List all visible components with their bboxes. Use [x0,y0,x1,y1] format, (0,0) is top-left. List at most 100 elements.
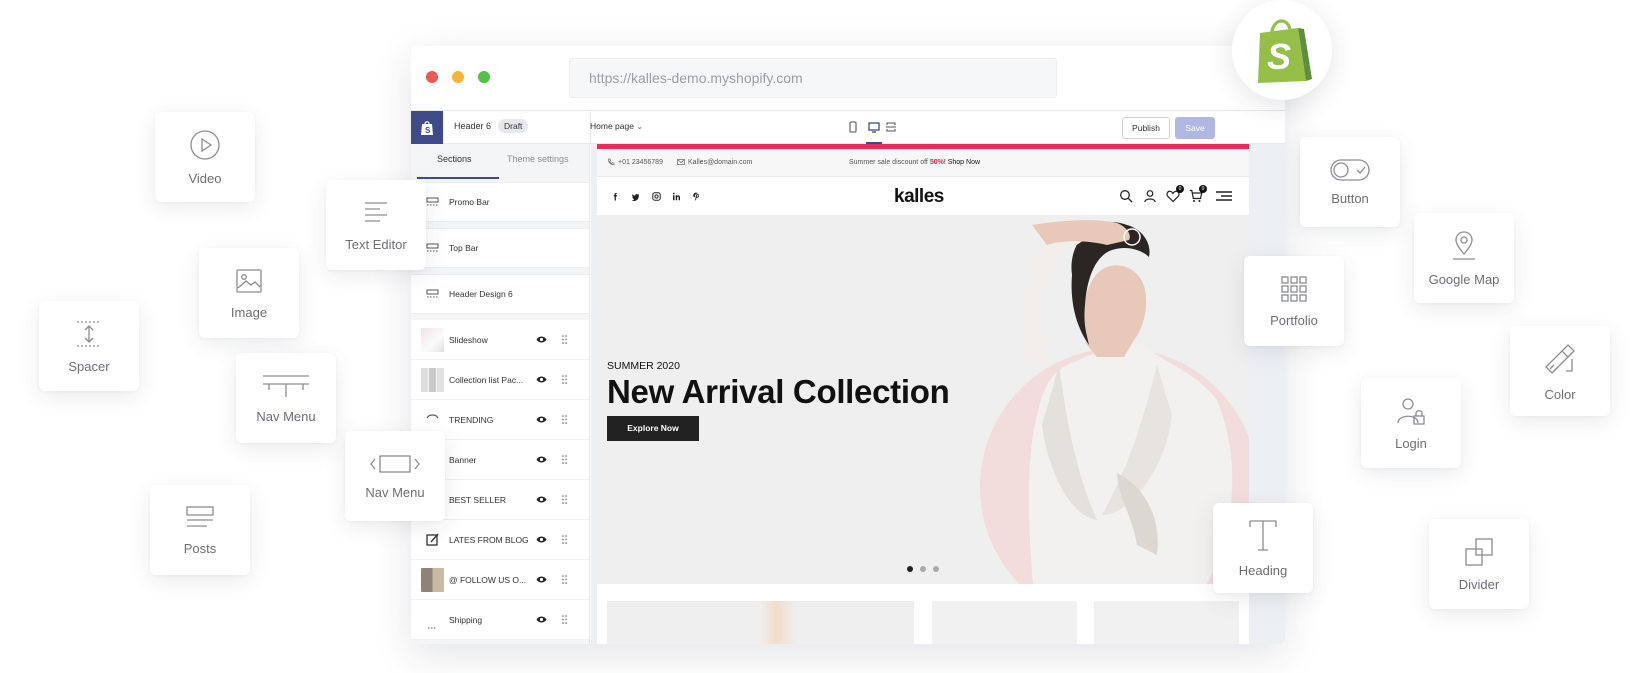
nav-menu-icon [263,374,309,397]
drag-handle-icon[interactable] [562,335,567,344]
menu-icon[interactable] [1215,189,1233,203]
header-section-icon [426,243,439,252]
address-bar[interactable]: https://kalles-demo.myshopify.com [569,58,1057,98]
user-icon[interactable] [1143,189,1157,203]
eye-icon[interactable] [536,575,547,584]
close-window-button[interactable] [426,71,438,83]
eye-icon[interactable] [536,455,547,464]
active-tab-indicator [417,177,499,179]
wishlist-count-badge: 0 [1176,185,1184,193]
shopify-badge: S [1232,0,1332,100]
paint-roller-icon [1545,343,1575,374]
sidebar-item-slideshow[interactable]: Slideshow [411,320,589,360]
drag-handle-icon[interactable] [562,535,567,544]
explore-now-button[interactable]: Explore Now [607,416,699,441]
sections-sidebar: Sections Theme settings Promo Bar Top Ba… [411,144,590,644]
widget-label: Video [188,170,222,186]
sidebar-item-shipping[interactable]: Shipping [411,600,589,640]
store-header: kalles 0 0 [597,177,1249,215]
linkedin-icon[interactable] [672,192,681,201]
store-email: Kalles@domain.com [688,159,753,166]
slide-dot-1[interactable] [907,566,913,572]
shopify-logo-icon[interactable]: S [411,111,443,144]
tab-theme-settings[interactable]: Theme settings [507,154,569,164]
widget-label: Divider [1458,576,1500,592]
eye-icon[interactable] [536,375,547,384]
store-logo[interactable]: kalles [894,186,944,208]
widget-label: Google Map [1428,271,1500,287]
sidebar-item-label: Header Design 6 [449,289,513,299]
widget-label: Portfolio [1270,312,1318,328]
maximize-window-button[interactable] [478,71,490,83]
widget-portfolio[interactable]: Portfolio [1244,256,1344,346]
sidebar-item-header-design[interactable]: Header Design 6 [411,274,589,314]
widget-color[interactable]: Color [1510,326,1610,416]
shipping-section-icon [428,627,437,629]
search-icon[interactable] [1119,189,1133,203]
hero-slideshow: SUMMER 2020 New Arrival Collection Explo… [597,215,1249,584]
minimize-window-button[interactable] [452,71,464,83]
publish-button[interactable]: Publish [1122,117,1170,139]
collection-card[interactable] [932,601,1077,644]
widget-label: Posts [183,540,217,556]
edit-icon [426,533,439,546]
facebook-icon[interactable] [611,192,620,201]
widget-login[interactable]: Login [1361,378,1461,468]
eye-icon[interactable] [536,615,547,624]
drag-handle-icon[interactable] [562,615,567,624]
eye-icon[interactable] [536,495,547,504]
shop-now-link[interactable]: ! Shop Now [944,159,980,166]
drag-handle-icon[interactable] [562,495,567,504]
collection-card[interactable] [607,601,914,644]
widget-divider[interactable]: Divider [1429,519,1529,609]
page-selector[interactable]: Home page ⌄ [590,121,643,131]
widget-image[interactable]: Image [199,248,299,338]
widget-text-editor[interactable]: Text Editor [326,180,426,270]
section-thumbnail [421,328,444,352]
mobile-view-icon[interactable] [846,120,860,134]
instagram-icon[interactable] [652,192,661,201]
pinterest-icon[interactable] [692,192,701,201]
svg-text:S: S [1267,36,1291,77]
slide-dot-2[interactable] [920,566,926,572]
drag-handle-icon[interactable] [562,375,567,384]
page-selector-label: Home page [590,121,634,131]
twitter-icon[interactable] [631,192,640,201]
widget-posts[interactable]: Posts [150,485,250,575]
widget-label: Spacer [68,358,110,374]
play-icon [190,129,220,160]
promo-text: Summer sale discount off [849,159,930,166]
save-button[interactable]: Save [1175,117,1215,139]
eye-icon[interactable] [536,535,547,544]
fullscreen-icon[interactable] [884,120,898,134]
sidebar-item-promo-bar[interactable]: Promo Bar [411,182,589,222]
widget-spacer[interactable]: Spacer [39,301,139,391]
sidebar-item-collection-list[interactable]: Collection list Pac... [411,360,589,400]
browser-titlebar: https://kalles-demo.myshopify.com [411,46,1285,110]
sidebar-item-follow-us[interactable]: @ FOLLOW US O... [411,560,589,600]
sidebar-item-latest-blog[interactable]: LATES FROM BLOG [411,520,589,560]
store-phone: +01 23456789 [618,159,663,166]
slider-arrows-icon [370,454,420,473]
widget-nav-menu[interactable]: Nav Menu [236,353,336,443]
drag-handle-icon[interactable] [562,575,567,584]
widget-button[interactable]: Button [1300,137,1400,227]
posts-icon [186,505,214,527]
desktop-view-icon[interactable] [867,120,881,134]
sidebar-item-top-bar[interactable]: Top Bar [411,228,589,268]
header-section-icon [426,289,439,298]
drag-handle-icon[interactable] [562,455,567,464]
overlap-squares-icon [1465,537,1493,566]
drag-handle-icon[interactable] [562,415,567,424]
widget-label: Color [1544,386,1576,402]
widget-google-map[interactable]: Google Map [1414,213,1514,303]
slide-dot-3[interactable] [933,566,939,572]
widget-heading[interactable]: Heading [1213,503,1313,593]
sidebar-item-label: BEST SELLER [449,495,507,505]
widget-nav-menu-slider[interactable]: Nav Menu [345,431,445,521]
tab-sections[interactable]: Sections [437,154,472,164]
eye-icon[interactable] [536,335,547,344]
collection-card[interactable] [1094,601,1239,644]
widget-video[interactable]: Video [155,112,255,202]
eye-icon[interactable] [536,415,547,424]
